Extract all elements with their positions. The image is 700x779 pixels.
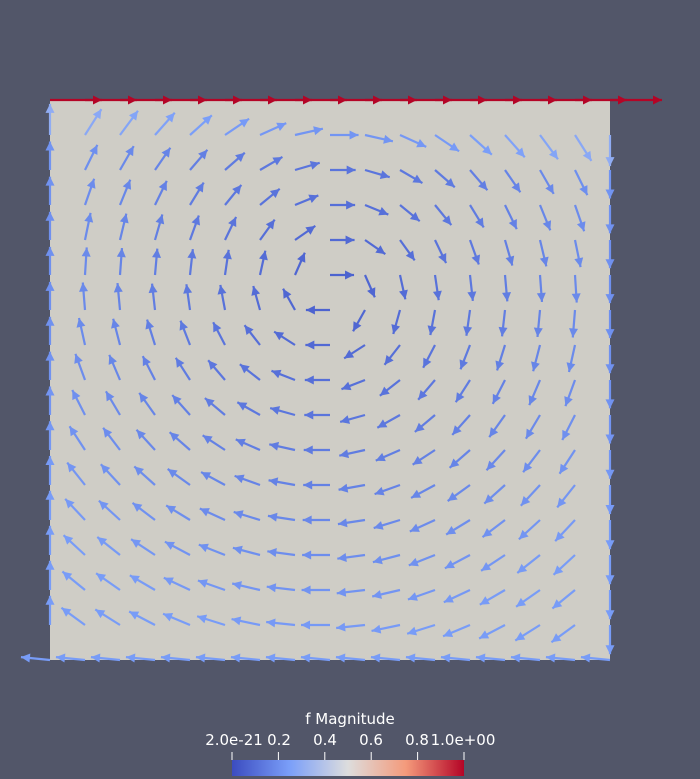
- lid-driven-cavity-glyph-view: [20, 95, 662, 776]
- arrow-head: [653, 95, 662, 105]
- velocity-arrow: [610, 95, 662, 105]
- colorbar-tick-marks: [231, 752, 465, 760]
- colorbar-gradient: [232, 760, 464, 776]
- velocity-arrow: [20, 653, 51, 663]
